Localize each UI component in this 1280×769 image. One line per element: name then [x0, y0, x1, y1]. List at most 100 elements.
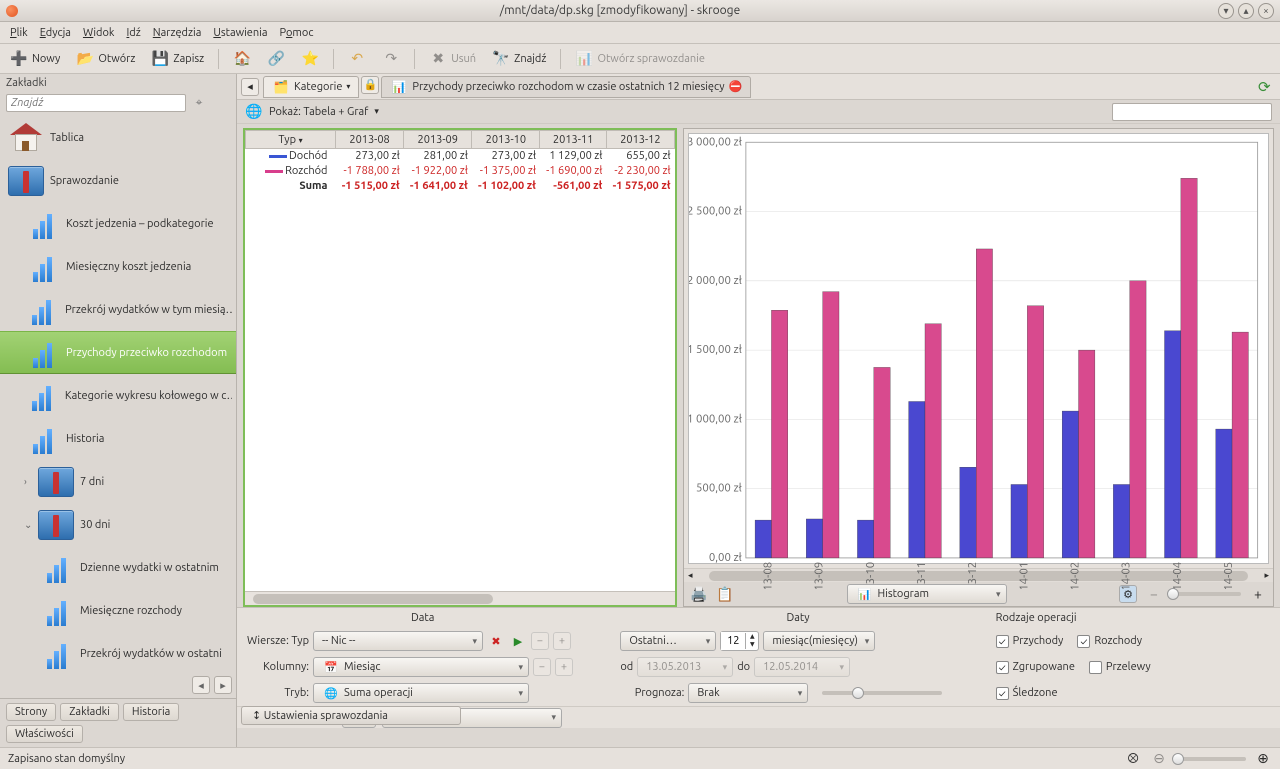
data-table[interactable]: Typ ▾2013-082013-092013-102013-112013-12… [243, 128, 677, 607]
forecast-combo[interactable]: Brak [688, 683, 808, 703]
range-combo[interactable]: Ostatni… [620, 631, 716, 651]
range-unit-combo[interactable]: miesiąc(miesięcy) [763, 631, 875, 651]
sidebar-item-label: Miesięczne rozchody [80, 605, 182, 617]
zoom-out-icon[interactable]: − [1145, 585, 1163, 603]
folder-open-icon: 📂 [76, 50, 94, 68]
close-tab-icon[interactable]: ⛔ [729, 80, 743, 93]
new-button[interactable]: ➕Nowy [6, 48, 64, 70]
chevron-down-icon[interactable]: ▾ [374, 106, 379, 117]
tab-kategorie[interactable]: 🗂️ Kategorie ▾ [263, 76, 359, 98]
plus-icon: ➕ [10, 50, 28, 68]
income-checkbox[interactable]: ✓Przychody [996, 635, 1064, 648]
menu-idz[interactable]: Idź [120, 25, 146, 41]
close-window-button[interactable]: × [1258, 3, 1274, 19]
chart-canvas[interactable]: 0,00 zł500,00 zł1 000,00 zł1 500,00 zł2 … [688, 133, 1269, 564]
bookmarks-tree[interactable]: TablicaSprawozdanieKoszt jedzenia – podk… [0, 114, 236, 676]
remove-row-button[interactable]: ✖ [487, 632, 505, 650]
cols-minus-button[interactable]: − [533, 658, 551, 676]
play-button[interactable]: ▶ [509, 632, 527, 650]
bookmarks-search-input[interactable] [6, 94, 186, 112]
svg-text:2014-05: 2014-05 [1222, 562, 1235, 589]
home-icon: 🏠 [233, 50, 251, 68]
bookmarks-title: Zakładki [0, 74, 236, 92]
panel-dates-title: Daty [620, 612, 975, 624]
redo-button[interactable]: ↷ [378, 48, 404, 70]
sidebar-item[interactable]: Koszt jedzenia – podkategorie [0, 202, 236, 245]
sidebar-item[interactable]: Historia [0, 417, 236, 460]
undo-button[interactable]: ↶ [344, 48, 370, 70]
sidebar-item[interactable]: Przychody przeciwko rozchodom [0, 331, 236, 374]
favorite-button[interactable]: ⭐ [297, 48, 323, 70]
date-to-input[interactable]: 12.05.2014 [754, 657, 850, 677]
content-filter-input[interactable] [1112, 103, 1272, 121]
sidebar-item[interactable]: Miesięczne rozchody [0, 589, 236, 632]
status-zoom-in-icon[interactable]: ⊕ [1254, 750, 1272, 768]
transfers-checkbox[interactable]: Przelewy [1089, 661, 1151, 674]
chevron-down-icon: ▾ [346, 82, 350, 91]
tab-strony[interactable]: Strony [6, 703, 56, 721]
scroll-left-button[interactable]: ◂ [192, 676, 210, 694]
minus-button[interactable]: − [531, 632, 549, 650]
tab-report-label: Przychody przeciwko rozchodom w czasie o… [412, 81, 724, 93]
chart-zoom-slider[interactable] [1171, 592, 1241, 596]
sidebar-item[interactable]: Przekrój wydatków w tym miesią… [0, 288, 236, 331]
sidebar-item[interactable]: Przekrój wydatków w ostatni [0, 632, 236, 675]
expense-checkbox[interactable]: ✓Rozchody [1077, 635, 1142, 648]
menu-narzedzia[interactable]: Narzędzia [147, 25, 208, 41]
svg-text:2014-03: 2014-03 [1120, 562, 1133, 589]
sidebar-item[interactable]: Dzienne wydatki w ostatnim [0, 546, 236, 589]
rows-combo[interactable]: -- Nic -- [313, 631, 483, 651]
open-button[interactable]: 📂Otwórz [72, 48, 139, 70]
tab-report[interactable]: 📊 Przychody przeciwko rozchodom w czasie… [381, 76, 751, 98]
table-hscrollbar[interactable] [245, 591, 675, 605]
report-settings-button[interactable]: ↕ Ustawienia sprawozdania [241, 706, 461, 725]
plus-button[interactable]: + [553, 632, 571, 650]
sidebar-item[interactable]: Tablica [0, 116, 236, 159]
sidebar-item[interactable]: ⌄30 dni [0, 503, 236, 546]
tracked-checkbox[interactable]: ✓Śledzone [996, 687, 1058, 700]
menu-ustawienia[interactable]: Ustawienia [207, 25, 273, 41]
range-count-spin[interactable]: ▲▼ [720, 631, 759, 651]
maximize-button[interactable]: ▴ [1238, 3, 1254, 19]
delete-label: Usuń [451, 53, 476, 65]
chart-type-combo[interactable]: 📊 Histogram [847, 584, 1007, 604]
home-button[interactable]: 🏠 [229, 48, 255, 70]
minimize-button[interactable]: ▾ [1218, 3, 1234, 19]
sidebar-item[interactable]: Miesięczny koszt jedzenia [0, 245, 236, 288]
delete-button[interactable]: ✖Usuń [425, 48, 480, 70]
report-icon: 📊 [575, 50, 593, 68]
sidebar-item-label: Dzienne wydatki w ostatnim [80, 562, 219, 574]
forecast-slider[interactable] [822, 691, 942, 695]
status-close-icon[interactable]: ⮾ [1124, 750, 1142, 768]
sidebar-item[interactable]: Kategorie wykresu kołowego w c… [0, 374, 236, 417]
tab-prev-button[interactable]: ◂ [241, 78, 259, 96]
sidebar-item[interactable]: Sprawozdanie [0, 159, 236, 202]
link-button[interactable]: 🔗 [263, 48, 289, 70]
find-button[interactable]: 🔭Znajdź [488, 48, 550, 70]
sidebar-item-label: Kategorie wykresu kołowego w c… [65, 390, 232, 402]
status-bar: Zapisano stan domyślny ⮾ ⊖ ⊕ [0, 747, 1280, 769]
menu-pomoc[interactable]: Pomoc [273, 25, 319, 41]
tab-lock-button[interactable]: 🔒 [361, 76, 379, 94]
date-from-input[interactable]: 13.05.2013 [637, 657, 733, 677]
link-icon: 🔗 [267, 50, 285, 68]
menu-plik[interactable]: Plik [4, 25, 34, 41]
tab-wlasciwosci[interactable]: Właściwości [6, 725, 83, 743]
cols-plus-button[interactable]: + [555, 658, 573, 676]
refresh-tab-button[interactable]: ⟳ [1258, 78, 1276, 96]
clear-search-icon[interactable]: ⌖ [190, 94, 208, 112]
sidebar-item[interactable]: ›7 dni [0, 460, 236, 503]
scroll-right-button[interactable]: ▸ [214, 676, 232, 694]
mode-combo[interactable]: 🌐Suma operacji [313, 683, 529, 703]
cols-combo[interactable]: 📅Miesiąc [313, 657, 529, 677]
status-zoom-slider[interactable] [1176, 757, 1246, 761]
menu-edycja[interactable]: Edycja [34, 25, 77, 41]
open-report-button[interactable]: 📊Otwórz sprawozdanie [571, 48, 709, 70]
save-button[interactable]: 💾Zapisz [147, 48, 208, 70]
tab-zakladki[interactable]: Zakładki [60, 703, 119, 721]
view-mode-icon[interactable]: 🌐 [245, 103, 263, 121]
status-zoom-out-icon[interactable]: ⊖ [1150, 750, 1168, 768]
menu-widok[interactable]: Widok [77, 25, 121, 41]
tab-historia[interactable]: Historia [123, 703, 179, 721]
grouped-checkbox[interactable]: ✓Zgrupowane [996, 661, 1075, 674]
